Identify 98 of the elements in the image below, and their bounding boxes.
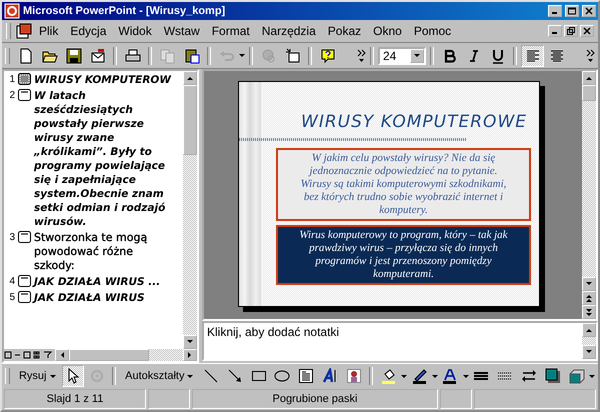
view-buttons-icon	[4, 349, 54, 361]
autoshapes-menu-button[interactable]: Autokształty	[120, 366, 198, 386]
save-icon	[66, 48, 82, 64]
scrollbar[interactable]	[183, 71, 197, 349]
globe-icon	[260, 48, 276, 64]
slide-number: 5	[8, 291, 15, 305]
line-color-icon	[412, 368, 428, 384]
menu-item[interactable]: Pomoc	[408, 22, 456, 40]
close-button[interactable]	[582, 5, 596, 17]
caret-icon	[239, 53, 245, 58]
slide-icon[interactable]	[18, 73, 31, 85]
scroll-down-icon	[585, 281, 593, 287]
more-buttons-icon	[586, 48, 595, 63]
close-icon	[585, 7, 593, 15]
menu-item[interactable]: Okno	[368, 22, 407, 40]
minimize-button[interactable]	[548, 5, 562, 17]
dropdown-arrow-icon	[414, 53, 420, 58]
definition-text-box: Wirus komputerowy to program, który – tak jak prawdziwy wirus – przyłącza się do innych programów i jest przenoszony pomiędzy komputerami.	[276, 225, 531, 285]
outline-text[interactable]: W latach sześćdziesiątych powstały pierwsze wirusy zwane „królikami”. Były to programy powielające się i zapełniające system.Obecnie znam setki odmian i rodzajó wirusów.	[34, 89, 166, 229]
align-left-button[interactable]	[521, 44, 544, 66]
scroll-down-icon	[186, 339, 194, 345]
status-cell	[148, 389, 190, 409]
caret-icon	[50, 374, 56, 378]
slide-number: 3	[8, 231, 15, 245]
slide-icon[interactable]	[18, 89, 31, 101]
font-color-icon	[442, 368, 458, 384]
3d-cube-icon	[568, 368, 585, 384]
close-icon	[583, 27, 591, 35]
menu-item[interactable]: Pokaz	[322, 22, 366, 40]
next-slide-icon	[585, 308, 593, 316]
menu-item[interactable]: Narzędzia	[256, 22, 321, 40]
clip-art-icon	[346, 368, 362, 384]
scroll-up-icon	[585, 75, 593, 81]
scroll-left-icon	[59, 351, 65, 359]
outline-text[interactable]: WIRUSY KOMPUTEROW	[34, 73, 171, 87]
shadow-icon	[544, 368, 561, 384]
wordart-icon	[322, 368, 338, 384]
question-text-box: W jakim celu powstały wirusy? Nie da się jednoznacznie odpowiedzieć na to pytanie. Wirusy są takimi komputerowymi szkodnikami, bez których trudno sobie wyobrazić internet i komputery.	[276, 148, 531, 221]
design-name: Pogrubione paski	[192, 389, 438, 409]
slide-icon[interactable]	[18, 291, 31, 303]
minimize-button[interactable]	[548, 25, 562, 37]
pointer-button[interactable]	[62, 365, 84, 387]
more-buttons-icon	[357, 48, 366, 63]
fill-color-icon	[380, 368, 397, 384]
ellipse-icon	[274, 368, 290, 384]
restore-button[interactable]	[564, 25, 578, 37]
slide-number: 2	[8, 89, 15, 103]
slide-title: WIRUSY KOMPUTEROWE	[301, 112, 528, 132]
caret-icon	[401, 374, 408, 378]
new-document-icon	[18, 48, 34, 64]
draw-menu-button[interactable]: Rysuj	[14, 366, 60, 386]
restore-icon	[567, 27, 575, 35]
scroll-down-icon	[585, 349, 593, 355]
outline-text[interactable]: Stworzonka te mogą powodować różne szkody:	[34, 231, 148, 273]
menu-item[interactable]: Wstaw	[158, 22, 205, 40]
help-icon	[320, 48, 336, 64]
align-center-icon	[548, 48, 564, 64]
line-icon	[202, 368, 219, 384]
slide-icon[interactable]	[18, 275, 31, 287]
slide-counter: Slajd 1 z 11	[4, 389, 146, 409]
caret-icon	[187, 374, 194, 378]
text-box-icon	[298, 368, 314, 384]
scrollbar-thumb[interactable]	[582, 85, 596, 101]
maximize-icon	[568, 7, 576, 15]
scroll-up-icon	[585, 327, 593, 333]
document-icon	[16, 23, 32, 39]
menu-item[interactable]: Widok	[113, 22, 157, 40]
previous-slide-icon	[585, 294, 593, 302]
menu-item[interactable]: Format	[206, 22, 255, 40]
slide-number: 1	[8, 73, 15, 87]
print-icon	[124, 48, 140, 64]
menu-item[interactable]: Plik	[34, 22, 64, 40]
status-cell	[440, 389, 472, 409]
arrow-icon	[226, 368, 243, 384]
caret-icon	[462, 374, 469, 378]
align-left-icon	[524, 48, 540, 64]
powerpoint-logo-icon	[4, 3, 20, 19]
mail-icon	[90, 48, 106, 64]
outline-text[interactable]: JAK DZIAŁA WIRUS	[34, 291, 145, 305]
rectangle-icon	[250, 368, 267, 384]
scrollbar[interactable]	[582, 323, 596, 359]
close-button[interactable]	[580, 25, 594, 37]
slide-icon[interactable]	[18, 231, 31, 243]
scroll-up-icon	[186, 75, 194, 81]
scrollbar[interactable]	[582, 71, 596, 319]
horizontal-scrollbar[interactable]	[55, 349, 197, 361]
outline-text[interactable]: JAK DZIAŁA WIRUS ...	[34, 275, 160, 289]
caret-icon	[432, 374, 438, 378]
scroll-right-icon	[187, 351, 193, 359]
copy-icon	[160, 48, 176, 64]
menu-item[interactable]: Edycja	[65, 22, 112, 40]
paste-icon	[184, 48, 200, 64]
window-title: Microsoft PowerPoint - [Wirusy_komp]	[23, 5, 226, 17]
arrow-style-icon	[520, 368, 537, 384]
font-size-field[interactable]: 24	[378, 46, 426, 64]
slide-number: 4	[8, 275, 15, 289]
maximize-button[interactable]	[565, 5, 579, 17]
caret-icon	[588, 374, 595, 378]
